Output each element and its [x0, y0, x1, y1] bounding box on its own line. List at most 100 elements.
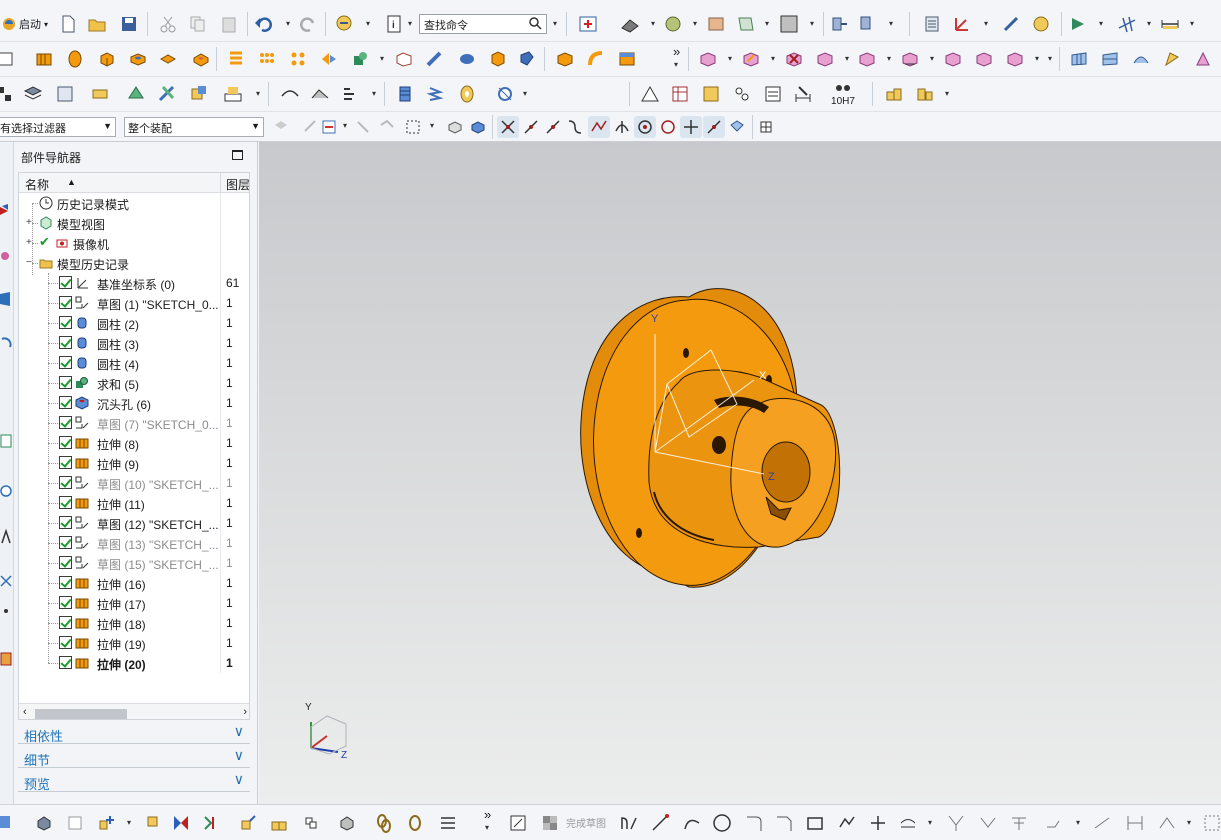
snap-curve-icon[interactable] [564, 116, 586, 138]
shaded-dropdown[interactable]: ▾ [693, 19, 697, 28]
fit-view-icon[interactable] [577, 13, 599, 35]
spreadsheet-icon[interactable] [755, 116, 777, 138]
resource-tab-system-icon[interactable] [0, 572, 12, 590]
rapid-dimension-icon[interactable] [1091, 812, 1113, 834]
snap-point-on-curve-icon[interactable] [703, 116, 725, 138]
sync-dropdown-5[interactable]: ▾ [930, 54, 934, 63]
expand-icon[interactable]: + [26, 238, 32, 248]
resource-tab-reuse-icon[interactable] [0, 290, 12, 308]
select-vertex-icon[interactable] [352, 116, 374, 138]
spring-icon[interactable] [425, 83, 447, 105]
model-viewport[interactable]: Y X Z Y Z [259, 142, 1221, 804]
scroll-left-icon[interactable]: ‹ [23, 706, 27, 718]
add-component-icon[interactable] [33, 812, 55, 834]
search-icon[interactable] [528, 16, 542, 30]
offset-face-icon[interactable] [616, 48, 638, 70]
component-pattern-icon[interactable] [95, 812, 117, 834]
quick-extend-icon[interactable] [977, 812, 999, 834]
finish-sketch-flag-icon[interactable] [539, 812, 561, 834]
start-button[interactable]: 启动 ▾ [2, 13, 48, 35]
select-feature-icon[interactable] [270, 116, 292, 138]
sync-delete-face-icon[interactable] [783, 48, 805, 70]
more-tools-dropdown-2[interactable]: ▾ [485, 823, 489, 832]
feature-checkbox[interactable] [59, 276, 72, 289]
section-dropdown[interactable]: ▾ [765, 19, 769, 28]
resource-tab-process-icon[interactable] [0, 482, 12, 500]
grid-dropdown[interactable]: ▾ [1147, 19, 1151, 28]
feature-row[interactable]: 求和 (5) 1 [19, 373, 249, 393]
resource-tab-web-icon[interactable] [0, 335, 12, 353]
unite-tool-icon[interactable] [350, 48, 372, 70]
more-tools-dropdown-1[interactable]: ▾ [674, 60, 678, 69]
snap-control-point-icon[interactable] [588, 116, 610, 138]
surface-mesh-icon[interactable] [1068, 48, 1090, 70]
feature-checkbox[interactable] [59, 456, 72, 469]
select-edge-icon[interactable] [376, 116, 398, 138]
command-search-input[interactable]: 查找命令 [419, 14, 547, 34]
sync-replace-face-icon[interactable] [814, 48, 836, 70]
snap-line-icon[interactable] [520, 116, 542, 138]
move-component-icon[interactable] [140, 812, 162, 834]
snap-point-on-face-icon[interactable] [726, 116, 748, 138]
feature-row[interactable]: 基准坐标系 (0) 61 [19, 273, 249, 293]
transform-dropdown[interactable]: ▾ [889, 19, 893, 28]
tree-node-1[interactable]: + 模型视图 [19, 213, 249, 233]
select-solid-icon[interactable] [467, 116, 489, 138]
snap-endpoint-icon[interactable] [497, 116, 519, 138]
gear-icon[interactable] [494, 83, 516, 105]
pattern-tool-icon[interactable] [225, 48, 247, 70]
maximize-icon[interactable] [232, 150, 243, 160]
box-select-icon[interactable] [402, 116, 424, 138]
move-object-icon[interactable] [828, 13, 850, 35]
resource-tab-roles-icon[interactable] [0, 527, 12, 545]
trim-body-icon[interactable] [516, 48, 538, 70]
feature-checkbox[interactable] [59, 316, 72, 329]
assembly-constraint-icon[interactable] [156, 83, 178, 105]
link-icon[interactable] [373, 812, 395, 834]
fit-tolerance[interactable]: 10H7 [829, 81, 857, 109]
draft-icon[interactable] [487, 48, 509, 70]
sync-pattern-icon[interactable] [942, 48, 964, 70]
color-dropdown[interactable]: ▾ [810, 19, 814, 28]
component-menu-icon[interactable] [0, 812, 18, 834]
wcs-dropdown[interactable]: ▾ [984, 19, 988, 28]
analysis-icon[interactable] [1067, 13, 1089, 35]
sweep-icon[interactable] [585, 48, 607, 70]
measure-dropdown[interactable]: ▾ [1190, 19, 1194, 28]
collapse-icon[interactable]: − [26, 258, 32, 268]
sync-dropdown-1[interactable]: ▾ [728, 54, 732, 63]
scroll-right-icon[interactable]: › [243, 706, 247, 718]
mirror-tool-icon[interactable] [318, 48, 340, 70]
surface-finish-icon[interactable] [731, 83, 753, 105]
component-dropdown[interactable]: ▾ [127, 818, 131, 827]
search-dropdown[interactable]: ▾ [553, 19, 557, 28]
view-triad[interactable]: Y Z [305, 702, 347, 761]
box-select-dropdown[interactable]: ▾ [430, 121, 434, 130]
sync-mirror-icon[interactable] [973, 48, 995, 70]
feature-checkbox[interactable] [59, 336, 72, 349]
dimension-icon[interactable] [792, 83, 814, 105]
expression-icon[interactable] [54, 83, 76, 105]
feature-checkbox[interactable] [59, 356, 72, 369]
feature-checkbox[interactable] [59, 536, 72, 549]
assembly-tree-icon[interactable] [0, 83, 16, 105]
info-icon[interactable]: i [384, 13, 406, 35]
feature-checkbox[interactable] [59, 556, 72, 569]
quick-measure-icon[interactable] [1030, 13, 1052, 35]
profile-icon[interactable] [618, 812, 640, 834]
select-face-icon[interactable] [318, 116, 340, 138]
feature-row[interactable]: 拉伸 (17) 1 [19, 593, 249, 613]
sketch-plane-icon[interactable] [0, 48, 16, 70]
attribute-label-icon[interactable] [222, 83, 244, 105]
extrude-tool-icon[interactable] [33, 48, 55, 70]
feature-row[interactable]: 草图 (12) "SKETCH_... 1 [19, 513, 249, 533]
wcs-icon[interactable] [951, 13, 973, 35]
offset-curve-icon[interactable] [897, 812, 919, 834]
sync-dropdown-2[interactable]: ▾ [771, 54, 775, 63]
resource-tab-palette-icon[interactable] [0, 650, 12, 668]
column-name-header[interactable]: 名称 [25, 176, 49, 193]
feature-checkbox[interactable] [59, 616, 72, 629]
render-style-icon[interactable] [619, 13, 641, 35]
column-layer-header[interactable]: 图层 [220, 173, 249, 193]
show-constraints-icon[interactable] [1201, 812, 1221, 834]
